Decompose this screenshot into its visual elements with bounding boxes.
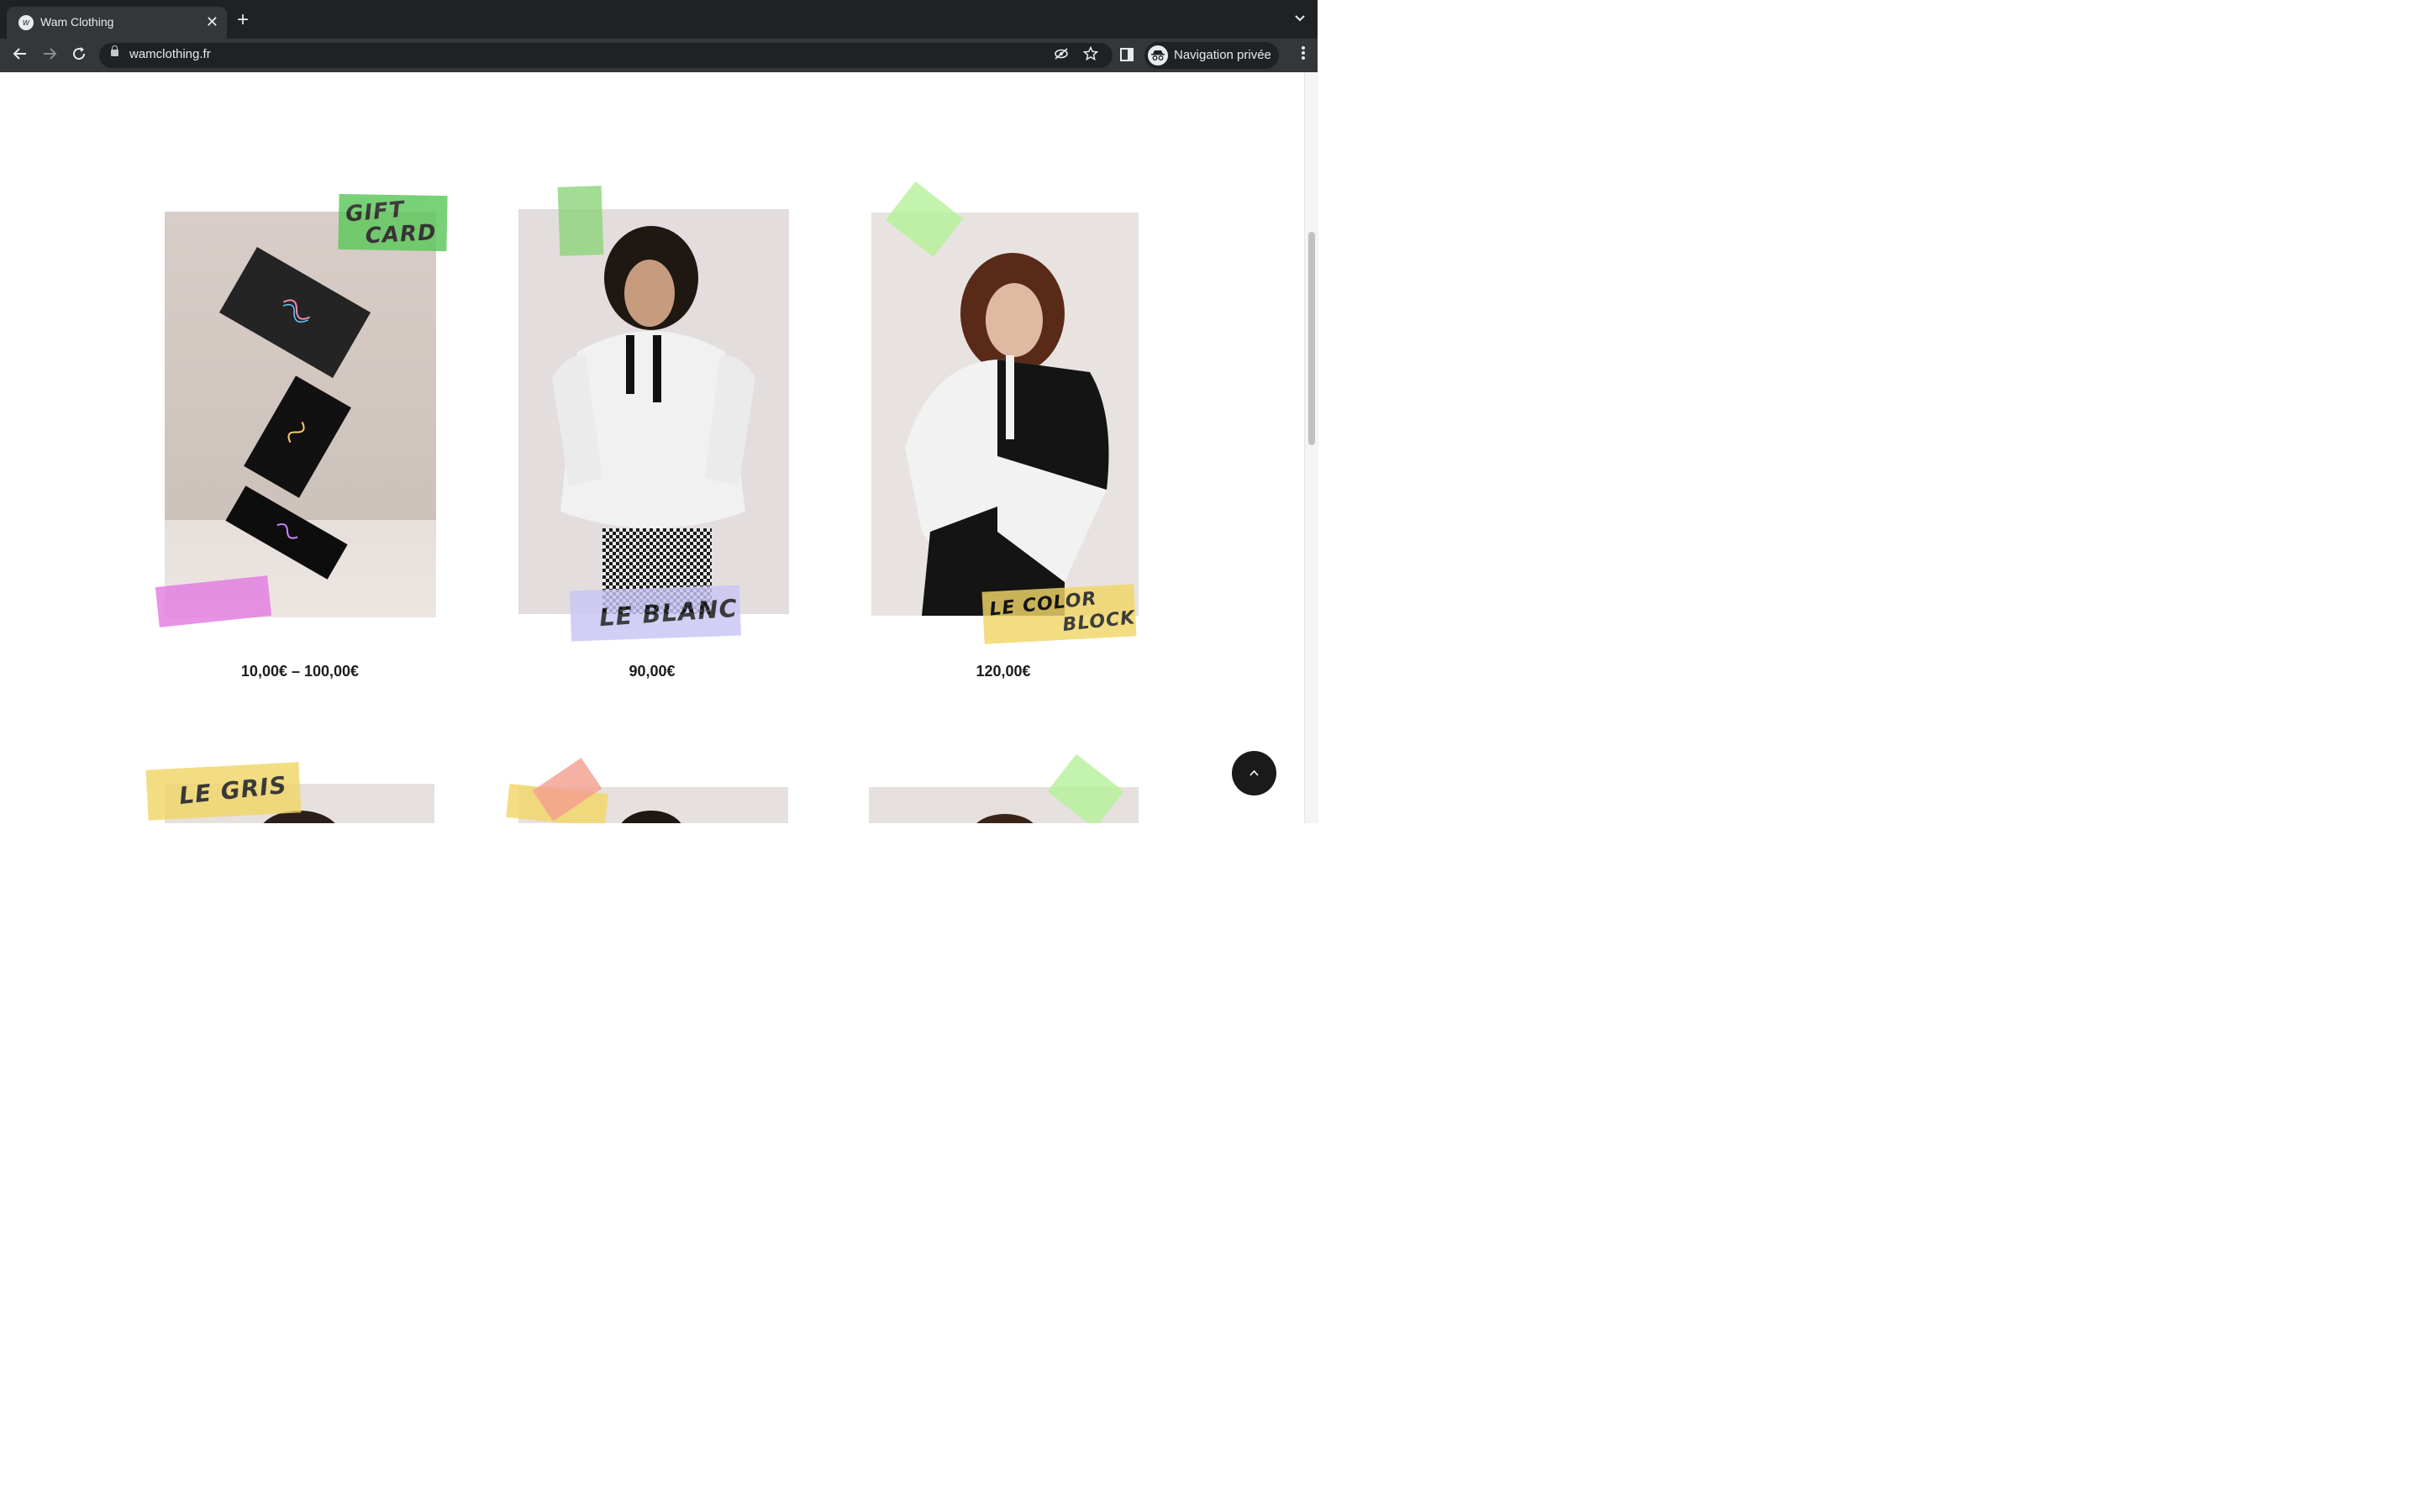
browser-tab[interactable]: w Wam Clothing ✕ (7, 7, 227, 39)
model-photo-le-blanc (552, 226, 755, 614)
decorative-tape (557, 186, 604, 256)
product-image-le-color-block[interactable] (871, 213, 1139, 616)
eye-off-icon[interactable] (1054, 46, 1069, 66)
tape-label-gift-card: GIFT CARD (338, 193, 448, 252)
site-favicon-icon: w (18, 15, 34, 30)
tape-label-le-blanc: LE BLANC (570, 585, 741, 642)
back-icon[interactable] (10, 45, 30, 66)
browser-toolbar: wamclothing.fr Navigation privée (0, 39, 1318, 72)
product-title-line-2[interactable]: CARD (365, 220, 437, 249)
incognito-icon (1148, 45, 1168, 66)
new-tab-icon[interactable]: + (237, 10, 249, 30)
browser-tab-strip: w Wam Clothing ✕ + (0, 0, 1318, 39)
scrollbar-thumb[interactable] (1308, 232, 1315, 445)
tape-label-le-gris: LE GRIS (145, 762, 302, 821)
product-title-line-2[interactable]: BLOCK (1061, 607, 1136, 636)
kebab-menu-icon[interactable] (1301, 45, 1306, 65)
product-title[interactable]: LE BLANC (598, 594, 739, 632)
product-price: 10,00€ – 100,00€ (240, 663, 360, 680)
product-price: 90,00€ (629, 663, 676, 680)
product-image-le-blanc[interactable] (518, 209, 789, 614)
reload-icon[interactable] (69, 45, 89, 66)
incognito-profile-button[interactable]: Navigation privée (1144, 42, 1279, 69)
page-content: GIFT CARD 10,00€ – 100,00€ LE BLANC 90,0… (0, 72, 1304, 823)
tape-label-le-color-block: LE COLOR BLOCK (981, 584, 1137, 644)
forward-icon[interactable] (39, 45, 60, 66)
tab-title: Wam Clothing (40, 15, 114, 29)
lock-icon[interactable] (111, 45, 118, 56)
url-text[interactable]: wamclothing.fr (129, 47, 211, 61)
star-icon[interactable] (1082, 45, 1099, 66)
product-title[interactable]: LE GRIS (178, 771, 289, 810)
back-to-top-button[interactable] (1232, 751, 1276, 795)
tab-close-icon[interactable]: ✕ (206, 13, 218, 31)
model-photo-le-color-block (905, 253, 1109, 616)
product-price: 120,00€ (976, 663, 1031, 680)
tab-search-chevron-icon[interactable] (1294, 12, 1306, 25)
chevron-up-icon (1249, 769, 1259, 776)
address-bar[interactable]: wamclothing.fr (99, 43, 1113, 68)
page-scrollbar[interactable] (1304, 72, 1318, 823)
gift-cards-illustration (218, 247, 371, 580)
side-panel-icon[interactable] (1120, 48, 1134, 66)
product-image-gift-card[interactable] (165, 212, 436, 617)
profile-label: Navigation privée (1174, 48, 1271, 62)
